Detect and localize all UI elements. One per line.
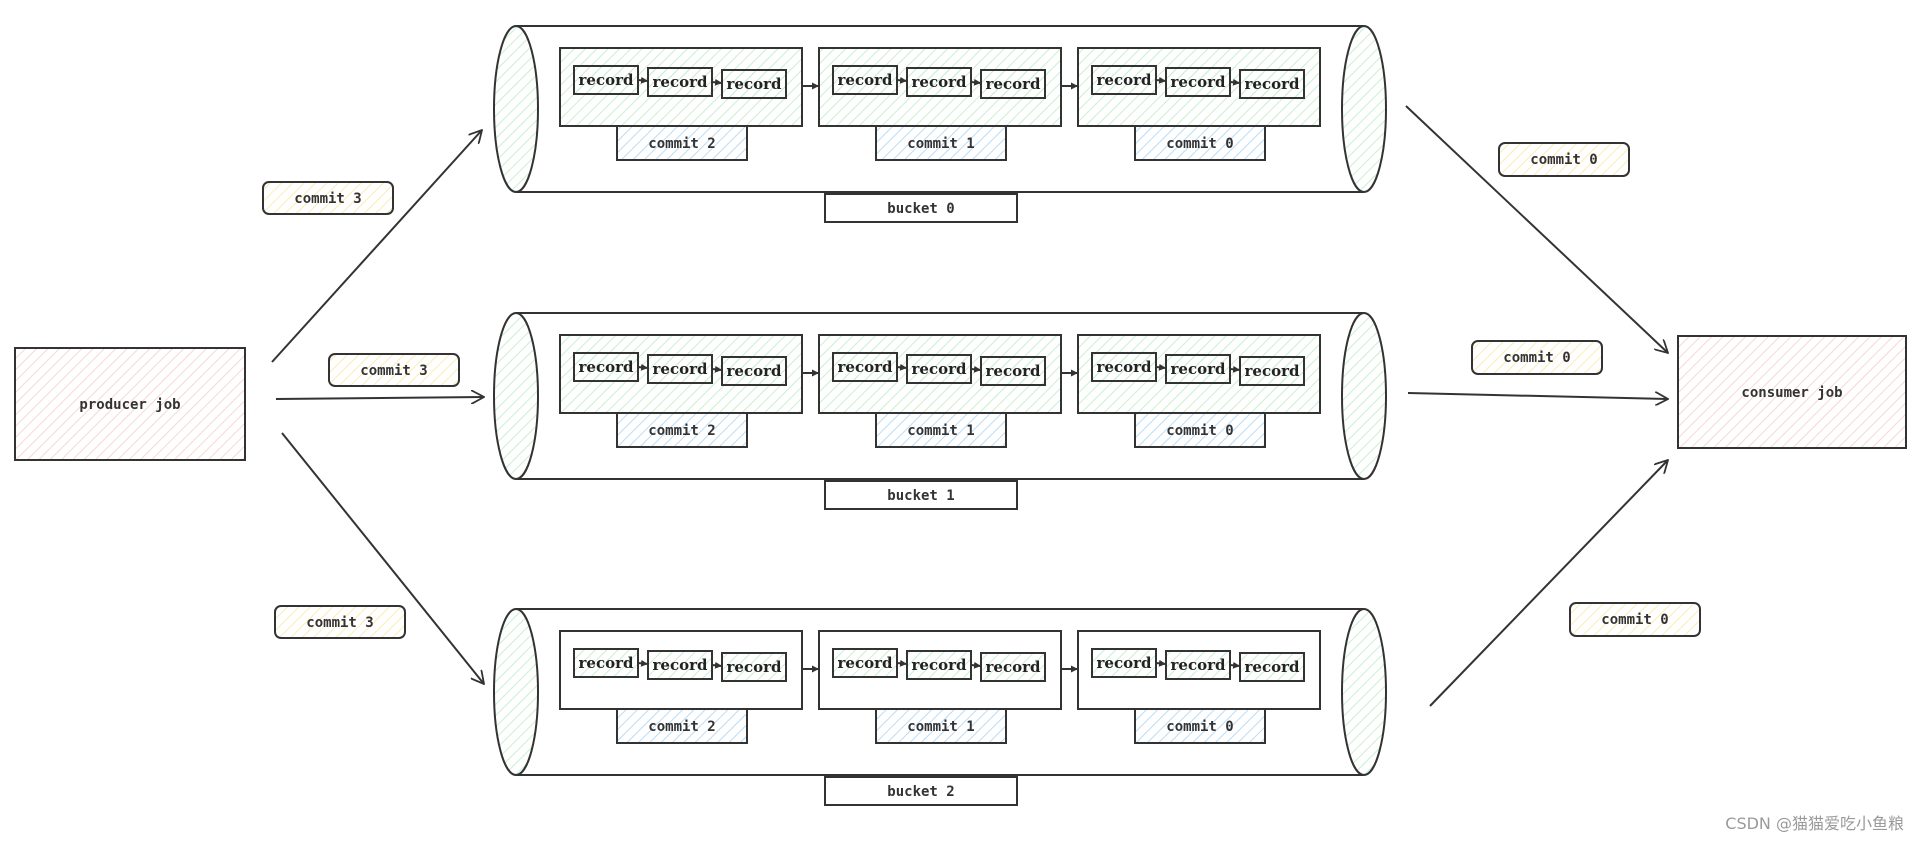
commit-label: commit 2 <box>648 423 715 439</box>
commit-label: commit 2 <box>648 719 715 735</box>
record-link-arrow <box>896 659 908 667</box>
incoming-commit-label: commit 3 <box>274 605 406 639</box>
commit-group[interactable]: record record record commit 0 <box>1077 47 1321 161</box>
record-link-arrow <box>896 363 908 371</box>
record-link-arrow <box>637 363 649 371</box>
outgoing-commit-label: commit 0 <box>1471 340 1603 375</box>
commit-label: commit 0 <box>1166 136 1233 152</box>
record-label: record <box>912 73 967 91</box>
record-label: record <box>579 71 634 89</box>
bucket-2[interactable]: record record recordcommit 2record record re… <box>493 608 1387 806</box>
bucket-1[interactable]: record record recordcommit 2record record re… <box>493 312 1387 510</box>
record-label: record <box>579 654 634 672</box>
svg-text:commit 0: commit 0 <box>1601 612 1668 628</box>
svg-text:commit 3: commit 3 <box>294 191 361 207</box>
record-label: record <box>912 656 967 674</box>
cylinder-left-cap <box>493 25 539 193</box>
record-link-arrow <box>1155 659 1167 667</box>
commit-group[interactable]: record record record commit 1 <box>818 47 1062 161</box>
record-label: record <box>986 362 1041 380</box>
commit-group[interactable]: record record record commit 0 <box>1077 630 1321 744</box>
record-label: record <box>1245 658 1300 676</box>
record-label: record <box>1171 360 1226 378</box>
record-link-arrow <box>970 661 982 669</box>
commit-label: commit 0 <box>1166 719 1233 735</box>
record-link-arrow <box>1229 365 1241 373</box>
commit-group[interactable]: record record record commit 2 <box>559 334 803 448</box>
commit-group[interactable]: record record record commit 2 <box>559 47 803 161</box>
svg-text:commit 3: commit 3 <box>360 363 427 379</box>
record-label: record <box>838 358 893 376</box>
record-link-arrow <box>1155 76 1167 84</box>
record-link-arrow <box>896 76 908 84</box>
watermark: CSDN @猫猫爱吃小鱼粮 <box>1725 814 1904 833</box>
incoming-commit-label: commit 3 <box>262 181 394 215</box>
record-label: record <box>986 75 1041 93</box>
record-label: record <box>912 360 967 378</box>
record-label: record <box>653 73 708 91</box>
record-label: record <box>727 658 782 676</box>
svg-text:commit 3: commit 3 <box>306 615 373 631</box>
record-label: record <box>1171 656 1226 674</box>
cylinder-right-cap <box>1341 608 1387 776</box>
bucket-label: bucket 1 <box>887 488 954 504</box>
commit-group[interactable]: record record record commit 0 <box>1077 334 1321 448</box>
arrow-bucket-1-to-consumer <box>1407 393 1668 399</box>
record-link-arrow <box>1155 363 1167 371</box>
consumer-job-label: consumer job <box>1741 385 1842 401</box>
commit-label: commit 1 <box>907 719 974 735</box>
cylinder-right-cap <box>1341 312 1387 480</box>
cylinder-left-cap <box>493 312 539 480</box>
record-label: record <box>838 71 893 89</box>
record-link-arrow <box>970 365 982 373</box>
commit-group[interactable]: record record record commit 2 <box>559 630 803 744</box>
record-label: record <box>727 75 782 93</box>
record-label: record <box>727 362 782 380</box>
record-label: record <box>1097 358 1152 376</box>
incoming-commit-label: commit 3 <box>328 353 460 387</box>
commit-group[interactable]: record record record commit 1 <box>818 334 1062 448</box>
record-label: record <box>653 656 708 674</box>
consumer-job-node[interactable]: consumer job <box>1677 335 1907 449</box>
arrow-bucket-2-to-consumer <box>1429 460 1668 707</box>
record-label: record <box>1171 73 1226 91</box>
buckets-layer: record record recordcommit 2record record re… <box>493 25 1387 806</box>
commit-label: commit 2 <box>648 136 715 152</box>
record-link-arrow <box>970 78 982 86</box>
record-label: record <box>986 658 1041 676</box>
record-link-arrow <box>711 78 723 86</box>
record-label: record <box>579 358 634 376</box>
producer-job-label: producer job <box>79 397 180 413</box>
arrow-producer-to-bucket-1 <box>275 397 484 399</box>
diagram-canvas: producer job consumer job commit 3 commi… <box>14 25 1907 806</box>
cylinder-left-cap <box>493 608 539 776</box>
record-link-arrow <box>1229 661 1241 669</box>
bucket-label: bucket 2 <box>887 784 954 800</box>
svg-text:commit 0: commit 0 <box>1530 152 1597 168</box>
commit-label: commit 1 <box>907 136 974 152</box>
arrow-producer-to-bucket-0 <box>271 130 482 363</box>
commit-label: commit 1 <box>907 423 974 439</box>
record-link-arrow <box>637 76 649 84</box>
commit-group[interactable]: record record record commit 1 <box>818 630 1062 744</box>
svg-text:commit 0: commit 0 <box>1503 350 1570 366</box>
record-label: record <box>1097 71 1152 89</box>
producer-job-node[interactable]: producer job <box>14 347 246 461</box>
outgoing-commit-label: commit 0 <box>1569 602 1701 637</box>
record-label: record <box>1245 362 1300 380</box>
record-label: record <box>1245 75 1300 93</box>
commit-label: commit 0 <box>1166 423 1233 439</box>
record-link-arrow <box>711 365 723 373</box>
record-link-arrow <box>711 661 723 669</box>
record-label: record <box>838 654 893 672</box>
record-label: record <box>653 360 708 378</box>
arrow-producer-to-bucket-2 <box>281 432 484 684</box>
record-link-arrow <box>637 659 649 667</box>
outgoing-commit-label: commit 0 <box>1498 142 1630 177</box>
record-link-arrow <box>1229 78 1241 86</box>
bucket-label: bucket 0 <box>887 201 954 217</box>
record-label: record <box>1097 654 1152 672</box>
cylinder-right-cap <box>1341 25 1387 193</box>
bucket-0[interactable]: record record recordcommit 2record record re… <box>493 25 1387 223</box>
